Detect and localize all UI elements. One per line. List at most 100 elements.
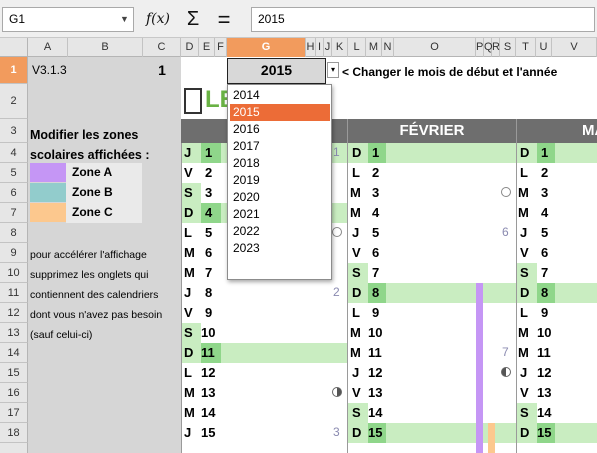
col-header-t[interactable]: T: [516, 38, 536, 57]
full-moon-icon: [501, 187, 511, 197]
jan-day: 12: [201, 365, 216, 380]
col-header-i[interactable]: I: [316, 38, 324, 57]
name-box[interactable]: G1: [2, 7, 134, 32]
grid-line: [516, 119, 517, 453]
year-option[interactable]: 2017: [230, 138, 330, 155]
mar-day: 12: [537, 365, 552, 380]
mar-day: 4: [541, 205, 549, 220]
mar-letter: S: [520, 405, 529, 420]
row-header-4[interactable]: 4: [0, 143, 28, 163]
col-header-h[interactable]: H: [306, 38, 316, 57]
jan-day: 8: [205, 285, 213, 300]
row-header-16[interactable]: 16: [0, 383, 28, 403]
row-header-18[interactable]: 18: [0, 423, 28, 443]
zone-a-swatch[interactable]: [30, 163, 66, 182]
row-header-17[interactable]: 17: [0, 403, 28, 423]
year-option[interactable]: 2018: [230, 155, 330, 172]
corner-select-all[interactable]: [0, 38, 28, 57]
zones-title-line1: Modifier les zones: [30, 128, 139, 142]
feb-day: 1: [372, 145, 380, 160]
col-header-o[interactable]: O: [394, 38, 476, 57]
year-cell[interactable]: 2015: [227, 58, 326, 84]
feb-day: 14: [368, 405, 383, 420]
row-header-10[interactable]: 10: [0, 263, 28, 283]
row-header-15[interactable]: 15: [0, 363, 28, 383]
feb-letter: D: [352, 285, 362, 300]
mar-letter: V: [520, 245, 529, 260]
col-header-c[interactable]: C: [143, 38, 181, 57]
mar-day: 5: [541, 225, 549, 240]
year-option-selected[interactable]: 2015: [230, 104, 330, 121]
row-header-8[interactable]: 8: [0, 223, 28, 243]
week-number: 7: [502, 345, 509, 359]
chevron-down-icon[interactable]: ▼: [116, 8, 133, 31]
col-header-k[interactable]: K: [332, 38, 348, 57]
row-header-12[interactable]: 12: [0, 303, 28, 323]
feb-day: 7: [372, 265, 380, 280]
col-header-v[interactable]: V: [552, 38, 597, 57]
mar-letter: J: [520, 225, 528, 240]
col-header-g[interactable]: G: [227, 38, 306, 57]
quarter-moon-icon: [501, 367, 511, 377]
week-number: 2: [333, 285, 340, 299]
year-option[interactable]: 2014: [230, 87, 330, 104]
col-header-s[interactable]: S: [500, 38, 516, 57]
col-header-f[interactable]: F: [215, 38, 227, 57]
year-option[interactable]: 2022: [230, 223, 330, 240]
col-header-d[interactable]: D: [181, 38, 199, 57]
row-header-13[interactable]: 13: [0, 323, 28, 343]
col-header-p[interactable]: P: [476, 38, 484, 57]
col-header-q[interactable]: Q: [484, 38, 493, 57]
week-number: 6: [502, 225, 509, 239]
jan-letter: J: [184, 285, 192, 300]
col-header-r[interactable]: R: [492, 38, 500, 57]
month-header-february: FÉVRIER: [348, 119, 516, 143]
feb-letter: J: [352, 365, 360, 380]
col-header-u[interactable]: U: [536, 38, 552, 57]
year-option[interactable]: 2023: [230, 240, 330, 257]
jan-day: 2: [205, 165, 213, 180]
cell-c1[interactable]: 1: [143, 58, 181, 83]
col-header-l[interactable]: L: [348, 38, 366, 57]
year-option[interactable]: 2016: [230, 121, 330, 138]
row-header-14[interactable]: 14: [0, 343, 28, 363]
row-header-7[interactable]: 7: [0, 203, 28, 223]
row-header-3[interactable]: 3: [0, 119, 28, 143]
col-header-a[interactable]: A: [28, 38, 68, 57]
jan-day: 1: [205, 145, 213, 160]
year-dropdown-arrow-icon[interactable]: ▾: [327, 62, 339, 78]
year-option[interactable]: 2019: [230, 172, 330, 189]
jan-letter: S: [184, 185, 193, 200]
row-header-1[interactable]: 1: [0, 57, 28, 84]
function-wizard-button[interactable]: f(x): [145, 7, 171, 32]
feb-day: 12: [368, 365, 383, 380]
jan-day: 14: [201, 405, 216, 420]
jan-letter: D: [184, 345, 194, 360]
zone-c-swatch[interactable]: [30, 203, 66, 222]
row-header-2[interactable]: 2: [0, 84, 28, 119]
row-header-5[interactable]: 5: [0, 163, 28, 183]
jan-letter: M: [184, 405, 195, 420]
sum-button[interactable]: Σ: [180, 7, 206, 32]
feb-letter: M: [350, 345, 361, 360]
col-header-n[interactable]: N: [382, 38, 394, 57]
col-header-e[interactable]: E: [199, 38, 215, 57]
year-option[interactable]: 2020: [230, 189, 330, 206]
equals-button[interactable]: =: [211, 7, 237, 32]
col-header-j[interactable]: J: [324, 38, 332, 57]
quarter-moon-icon: [332, 387, 342, 397]
row-header-11[interactable]: 11: [0, 283, 28, 303]
zone-b-swatch[interactable]: [30, 183, 66, 202]
formula-input[interactable]: 2015: [251, 7, 595, 32]
mar-letter: V: [520, 385, 529, 400]
col-header-m[interactable]: M: [366, 38, 382, 57]
col-header-b[interactable]: B: [68, 38, 143, 57]
feb-day: 9: [372, 305, 380, 320]
feb-letter: M: [350, 325, 361, 340]
feb-letter: M: [350, 185, 361, 200]
year-option[interactable]: 2021: [230, 206, 330, 223]
jan-letter: L: [184, 225, 192, 240]
year-dropdown-list[interactable]: 2014 2015 2016 2017 2018 2019 2020 2021 …: [227, 84, 332, 280]
row-header-6[interactable]: 6: [0, 183, 28, 203]
row-header-9[interactable]: 9: [0, 243, 28, 263]
